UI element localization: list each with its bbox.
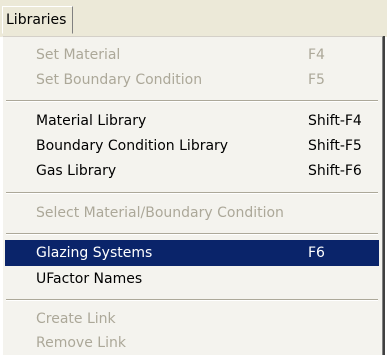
ufactor-names-item[interactable]: UFactor Names	[5, 266, 379, 292]
boundary-condition-library-item[interactable]: Boundary Condition Library Shift-F5	[5, 133, 379, 159]
set-boundary-condition-item[interactable]: Set Boundary Condition F5	[5, 67, 379, 93]
libraries-dropdown: Set Material F4 Set Boundary Condition F…	[2, 36, 383, 355]
boundary-condition-library-label: Boundary Condition Library	[36, 138, 229, 154]
glazing-systems-label: Glazing Systems	[36, 245, 153, 261]
remove-link-label: Remove Link	[36, 335, 126, 351]
select-material-boundary-label: Select Material/Boundary Condition	[36, 205, 284, 221]
menu-separator	[6, 299, 378, 301]
menu-separator	[6, 192, 378, 194]
menu-bar: Libraries	[0, 0, 387, 37]
set-boundary-condition-shortcut: F5	[308, 72, 325, 88]
glazing-systems-item[interactable]: Glazing Systems F6	[5, 240, 379, 266]
select-material-boundary-item[interactable]: Select Material/Boundary Condition	[5, 200, 379, 226]
glazing-systems-shortcut: F6	[308, 245, 325, 261]
set-material-item[interactable]: Set Material F4	[5, 42, 379, 68]
set-material-shortcut: F4	[308, 47, 325, 63]
material-library-label: Material Library	[36, 113, 147, 129]
gas-library-shortcut: Shift-F6	[308, 163, 362, 179]
create-link-item[interactable]: Create Link	[5, 306, 379, 332]
libraries-menu[interactable]: Libraries	[2, 6, 74, 34]
material-library-item[interactable]: Material Library Shift-F4	[5, 108, 379, 134]
material-library-shortcut: Shift-F4	[308, 113, 362, 129]
menu-separator	[6, 100, 378, 102]
menu-separator	[6, 233, 378, 235]
ufactor-names-label: UFactor Names	[36, 271, 143, 287]
set-material-label: Set Material	[36, 47, 121, 63]
set-boundary-condition-label: Set Boundary Condition	[36, 72, 203, 88]
gas-library-label: Gas Library	[36, 163, 117, 179]
create-link-label: Create Link	[36, 311, 116, 327]
remove-link-item[interactable]: Remove Link	[5, 330, 379, 356]
boundary-condition-library-shortcut: Shift-F5	[308, 138, 362, 154]
gas-library-item[interactable]: Gas Library Shift-F6	[5, 158, 379, 184]
